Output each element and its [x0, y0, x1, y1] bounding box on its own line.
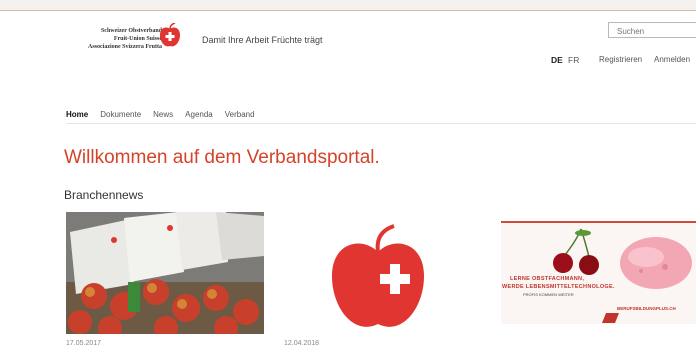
register-link[interactable]: Registrieren — [599, 55, 642, 64]
search-input[interactable] — [608, 22, 696, 38]
page: Schweizer Obstverband Fruit-Union Suisse… — [0, 10, 696, 349]
language-de[interactable]: DE — [551, 55, 563, 65]
logo-text[interactable]: Schweizer Obstverband Fruit-Union Suisse… — [52, 27, 162, 51]
brochure-apples-image — [66, 212, 264, 334]
nav-item-dokumente[interactable]: Dokumente — [100, 110, 141, 119]
banner-brand: BERUFSBILDUNGPLUS.CH — [617, 306, 676, 311]
large-apple-icon — [332, 224, 424, 327]
banner-line-3: PROFIS KOMMEN WEITER — [523, 292, 574, 297]
apple-logo-icon[interactable] — [158, 23, 182, 49]
banner-line-1: LERNE OBSTFACHMANN, — [510, 276, 585, 282]
nav-divider — [66, 123, 696, 124]
logo-line-2: Fruit-Union Suisse — [113, 36, 162, 42]
nav-item-news[interactable]: News — [153, 110, 173, 119]
section-title: Branchennews — [64, 188, 144, 202]
logo-line-1: Schweizer Obstverband — [100, 28, 162, 34]
news-date-1: 17.05.2017 — [66, 340, 102, 347]
nav-item-agenda[interactable]: Agenda — [185, 110, 213, 119]
news-date-2: 12.04.2018 — [284, 340, 320, 347]
news-card-image-1[interactable] — [66, 212, 264, 334]
main-nav: Home Dokumente News Agenda Verband — [66, 110, 267, 119]
language-fr[interactable]: FR — [568, 55, 579, 65]
news-card-image-2[interactable] — [306, 212, 446, 334]
ice-cream-icon — [620, 237, 692, 289]
promo-banner[interactable]: LERNE OBSTFACHMANN, WERDE LEBENSMITTELTE… — [499, 212, 696, 324]
nav-item-verband[interactable]: Verband — [225, 110, 255, 119]
nav-item-home[interactable]: Home — [66, 110, 88, 119]
banner-line-2: WERDE LEBENSMITTELTECHNOLOGE. — [502, 284, 615, 290]
login-link[interactable]: Anmelden — [654, 55, 690, 64]
tagline: Damit Ihre Arbeit Früchte trägt — [202, 35, 323, 45]
logo-line-3: Associazione Svizzera Frutta — [88, 44, 162, 50]
page-title: Willkommen auf dem Verbandsportal. — [64, 147, 380, 168]
